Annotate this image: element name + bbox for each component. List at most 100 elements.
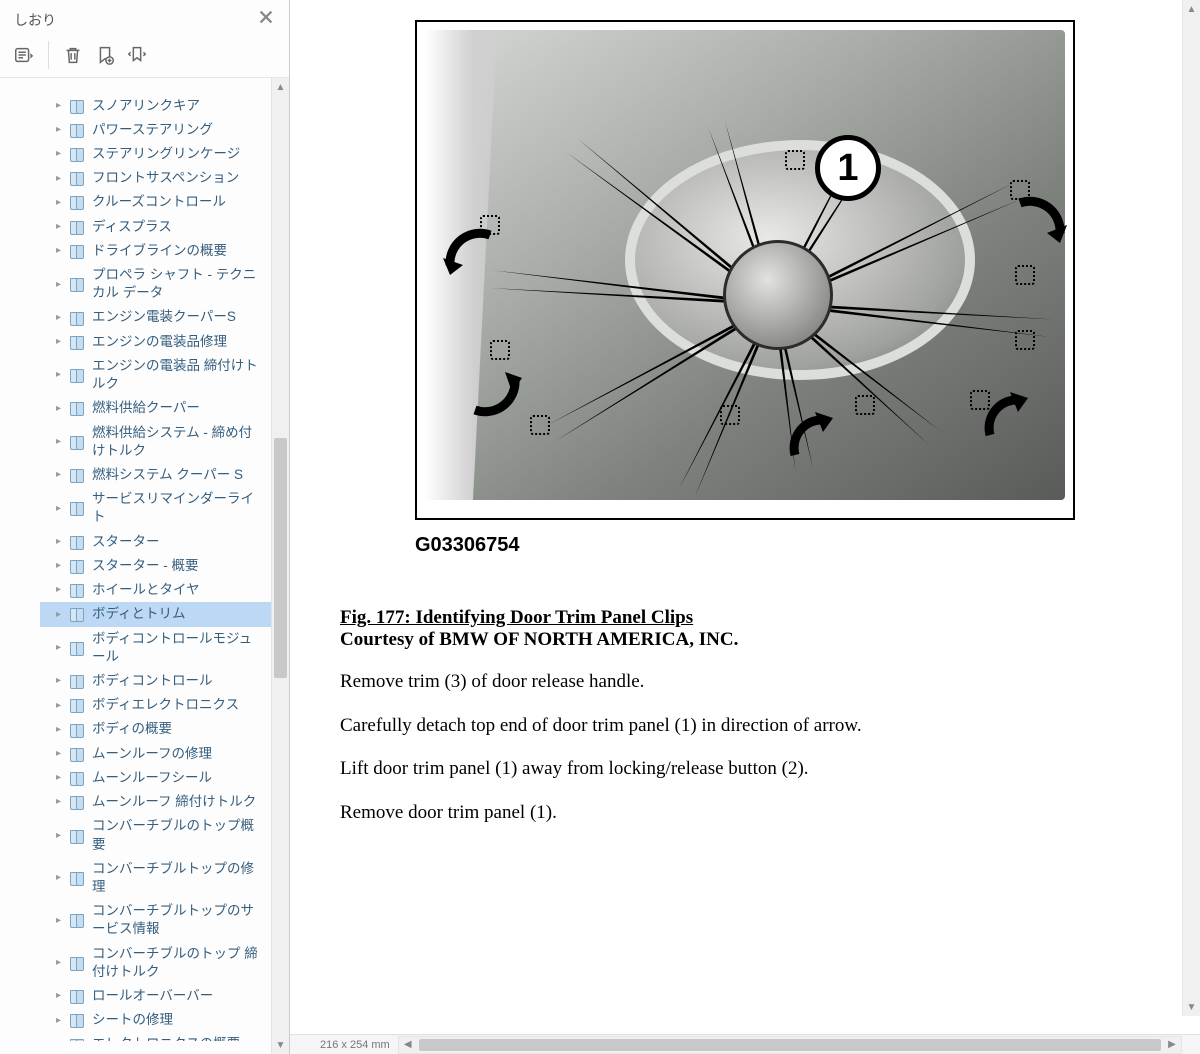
expand-icon[interactable]: ▸	[56, 435, 66, 449]
bookmark-tree: ▸スノアリンクキア▸パワーステアリング▸ステアリングリンケージ▸フロントサスペン…	[0, 92, 271, 1041]
scroll-down-icon[interactable]: ▼	[1183, 998, 1200, 1016]
bookmark-item[interactable]: ▸ ムーンルーフの修理	[40, 742, 271, 766]
add-bookmark-icon[interactable]	[91, 41, 119, 69]
main-vertical-scrollbar[interactable]: ▲ ▼	[1182, 0, 1200, 1016]
bookmark-item[interactable]: ▸ フロントサスペンション	[40, 166, 271, 190]
expand-icon[interactable]: ▸	[56, 335, 66, 349]
document-scroll[interactable]: 1	[290, 0, 1200, 1034]
bookmark-item[interactable]: ▸ロールオーバーバー	[40, 984, 271, 1008]
bookmark-item[interactable]: ▸ボディコントロールモジュール	[40, 627, 271, 669]
clip-marker	[530, 415, 550, 435]
bookmark-item[interactable]: ▸ムーンルーフ 締付けトルク	[40, 790, 271, 814]
expand-icon[interactable]: ▸	[56, 871, 66, 885]
figure-code: G03306754	[415, 534, 1075, 557]
bookmark-item[interactable]: ▸ホイールとタイヤ	[40, 578, 271, 602]
bookmark-item[interactable]: ▸エンジンの電装品 締付けトルク	[40, 354, 271, 396]
bookmark-item[interactable]: ▸ステアリングリンケージ	[40, 142, 271, 166]
bookmark-item[interactable]: ▸エンジンの電装品修理	[40, 330, 271, 354]
bookmark-label: スターター - 概要	[92, 557, 199, 575]
bookmark-label: サービスリマインダーライト	[92, 490, 265, 526]
expand-icon[interactable]: ▸	[56, 147, 66, 161]
scroll-left-icon[interactable]: ◀	[399, 1037, 417, 1053]
sidebar-scrollbar[interactable]: ▲ ▼	[271, 78, 289, 1054]
bookmark-item[interactable]: ▸パワーステアリング	[40, 118, 271, 142]
bookmark-item[interactable]: ▸スノアリンクキア	[40, 94, 271, 118]
bookmark-item[interactable]: ▸シートの修理	[40, 1008, 271, 1032]
expand-icon[interactable]: ▸	[56, 172, 66, 186]
expand-icon[interactable]: ▸	[56, 747, 66, 761]
expand-icon[interactable]: ▸	[56, 771, 66, 785]
bookmark-item[interactable]: ▸エンジン電装クーパーS	[40, 305, 271, 329]
bookmark-item[interactable]: ▸ ドライブラインの概要	[40, 239, 271, 263]
expand-icon[interactable]: ▸	[56, 829, 66, 843]
expand-icon[interactable]: ▸	[56, 502, 66, 516]
expand-icon[interactable]: ▸	[56, 723, 66, 737]
expand-icon[interactable]: ▸	[56, 1014, 66, 1028]
expand-icon[interactable]: ▸	[56, 368, 66, 382]
bookmark-label: フロントサスペンション	[92, 169, 239, 187]
scroll-right-icon[interactable]: ▶	[1163, 1037, 1181, 1053]
expand-icon[interactable]: ▸	[56, 123, 66, 137]
scroll-down-icon[interactable]: ▼	[272, 1036, 289, 1054]
expand-icon[interactable]: ▸	[56, 278, 66, 292]
bookmark-icon	[70, 435, 86, 449]
bookmark-label: ドライブラインの概要	[92, 242, 227, 260]
expand-icon[interactable]: ▸	[56, 699, 66, 713]
expand-icon[interactable]: ▸	[56, 914, 66, 928]
expand-icon[interactable]: ▸	[56, 220, 66, 234]
expand-icon[interactable]: ▸	[56, 535, 66, 549]
expand-icon[interactable]: ▸	[56, 244, 66, 258]
trash-icon[interactable]	[59, 41, 87, 69]
bookmark-item[interactable]: ▸ボディエレクトロニクス	[40, 693, 271, 717]
bookmark-label: コンバーチブルトップの修理	[92, 860, 265, 896]
bookmark-label: ムーンルーフの修理	[92, 745, 212, 763]
expand-icon[interactable]: ▸	[56, 1038, 66, 1041]
expand-icon[interactable]: ▸	[56, 795, 66, 809]
bookmark-item[interactable]: ▸ボディとトリム	[40, 602, 271, 626]
body-paragraph: Lift door trim panel (1) away from locki…	[340, 756, 1150, 782]
bookmark-icon	[70, 99, 86, 113]
bookmark-item[interactable]: ▸ コンバーチブルトップの修理	[40, 857, 271, 899]
bookmark-icon	[70, 723, 86, 737]
bookmark-item[interactable]: ▸ 燃料供給クーパー	[40, 396, 271, 420]
bookmark-item[interactable]: ▸クルーズコントロール	[40, 190, 271, 214]
expand-icon[interactable]: ▸	[56, 402, 66, 416]
bookmark-item[interactable]: ▸コンバーチブルのトップ概要	[40, 814, 271, 856]
expand-icon[interactable]: ▸	[56, 99, 66, 113]
bookmark-item[interactable]: ▸スターター	[40, 530, 271, 554]
bookmark-item[interactable]: ▸プロペラ シャフト - テクニカル データ	[40, 263, 271, 305]
main-horizontal-scrollbar[interactable]: ◀ ▶	[398, 1036, 1182, 1054]
scroll-up-icon[interactable]: ▲	[1183, 0, 1200, 18]
bookmark-label: コンバーチブルトップのサービス情報	[92, 902, 265, 938]
scrollbar-thumb[interactable]	[419, 1039, 1161, 1051]
bookmark-label: 燃料供給クーパー	[92, 399, 200, 417]
bookmark-item[interactable]: ▸燃料供給システム - 締め付けトルク	[40, 421, 271, 463]
expand-icon[interactable]: ▸	[56, 608, 66, 622]
bookmark-item[interactable]: ▸ サービスリマインダーライト	[40, 487, 271, 529]
expand-icon[interactable]: ▸	[56, 559, 66, 573]
options-menu-icon[interactable]	[10, 41, 38, 69]
scrollbar-thumb[interactable]	[274, 438, 287, 678]
expand-icon[interactable]: ▸	[56, 674, 66, 688]
bookmark-item[interactable]: ▸ムーンルーフシール	[40, 766, 271, 790]
bookmark-icon	[70, 698, 86, 712]
bookmark-item[interactable]: ▸ スターター - 概要	[40, 554, 271, 578]
expand-icon[interactable]: ▸	[56, 956, 66, 970]
bookmark-icon	[70, 956, 86, 970]
expand-icon[interactable]: ▸	[56, 468, 66, 482]
bookmark-item[interactable]: ▸ボディコントロール	[40, 669, 271, 693]
expand-icon[interactable]: ▸	[56, 311, 66, 325]
expand-icon[interactable]: ▸	[56, 989, 66, 1003]
expand-icon[interactable]: ▸	[56, 196, 66, 210]
bookmark-item[interactable]: ▸ディスプラス	[40, 215, 271, 239]
bookmark-item[interactable]: ▸コンバーチブルのトップ 締付けトルク	[40, 942, 271, 984]
expand-icon[interactable]: ▸	[56, 583, 66, 597]
bookmark-item[interactable]: ▸ボディの概要	[40, 717, 271, 741]
expand-bookmark-icon[interactable]	[123, 41, 151, 69]
bookmark-item[interactable]: ▸エレクトロニクスの概要	[40, 1032, 271, 1040]
bookmark-item[interactable]: ▸燃料システム クーパー S	[40, 463, 271, 487]
close-icon[interactable]	[257, 8, 275, 31]
scroll-up-icon[interactable]: ▲	[272, 78, 289, 96]
bookmark-item[interactable]: ▸ コンバーチブルトップのサービス情報	[40, 899, 271, 941]
expand-icon[interactable]: ▸	[56, 641, 66, 655]
